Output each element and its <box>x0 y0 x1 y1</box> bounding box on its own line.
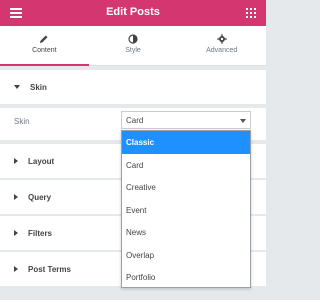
panel-title: Edit Posts <box>106 6 160 18</box>
caret-right-icon <box>14 266 18 272</box>
skin-option-news[interactable]: News <box>122 221 250 244</box>
skin-option-classic[interactable]: Classic <box>122 131 250 154</box>
section-layout-title: Layout <box>28 156 55 166</box>
tab-content-label: Content <box>32 47 57 54</box>
tab-advanced[interactable]: Advanced <box>177 26 266 65</box>
section-skin-header[interactable]: Skin <box>0 70 266 104</box>
skin-select-value: Card <box>126 116 144 125</box>
panel-tabs: Content Style Advanced <box>0 26 266 66</box>
section-post-terms-title: Post Terms <box>28 264 71 274</box>
skin-select[interactable]: Card <box>121 111 251 129</box>
tab-advanced-label: Advanced <box>206 47 238 54</box>
tab-style[interactable]: Style <box>89 26 178 65</box>
caret-right-icon <box>14 158 18 164</box>
section-filters-title: Filters <box>28 228 53 238</box>
tab-content[interactable]: Content <box>0 26 89 66</box>
skin-option-creative[interactable]: Creative <box>122 176 250 199</box>
half-circle-icon <box>128 34 138 44</box>
editor-header: Edit Posts <box>0 0 266 26</box>
apps-grid-icon[interactable] <box>246 8 256 18</box>
caret-right-icon <box>14 230 18 236</box>
skin-label: Skin <box>14 117 30 126</box>
chevron-down-icon <box>240 119 246 123</box>
skin-option-card[interactable]: Card <box>122 154 250 177</box>
caret-down-icon <box>14 85 20 89</box>
pencil-icon <box>40 35 48 43</box>
section-skin-title: Skin <box>30 82 47 92</box>
skin-option-overlap[interactable]: Overlap <box>122 244 250 267</box>
gear-icon <box>216 34 227 44</box>
skin-options-list: Classic Card Creative Event News Overlap… <box>121 130 251 288</box>
caret-right-icon <box>14 194 18 200</box>
section-query-title: Query <box>28 192 52 202</box>
skin-option-event[interactable]: Event <box>122 199 250 222</box>
skin-option-portfolio[interactable]: Portfolio <box>122 266 250 289</box>
section-skin: Skin <box>0 70 266 105</box>
tab-style-label: Style <box>125 47 141 54</box>
